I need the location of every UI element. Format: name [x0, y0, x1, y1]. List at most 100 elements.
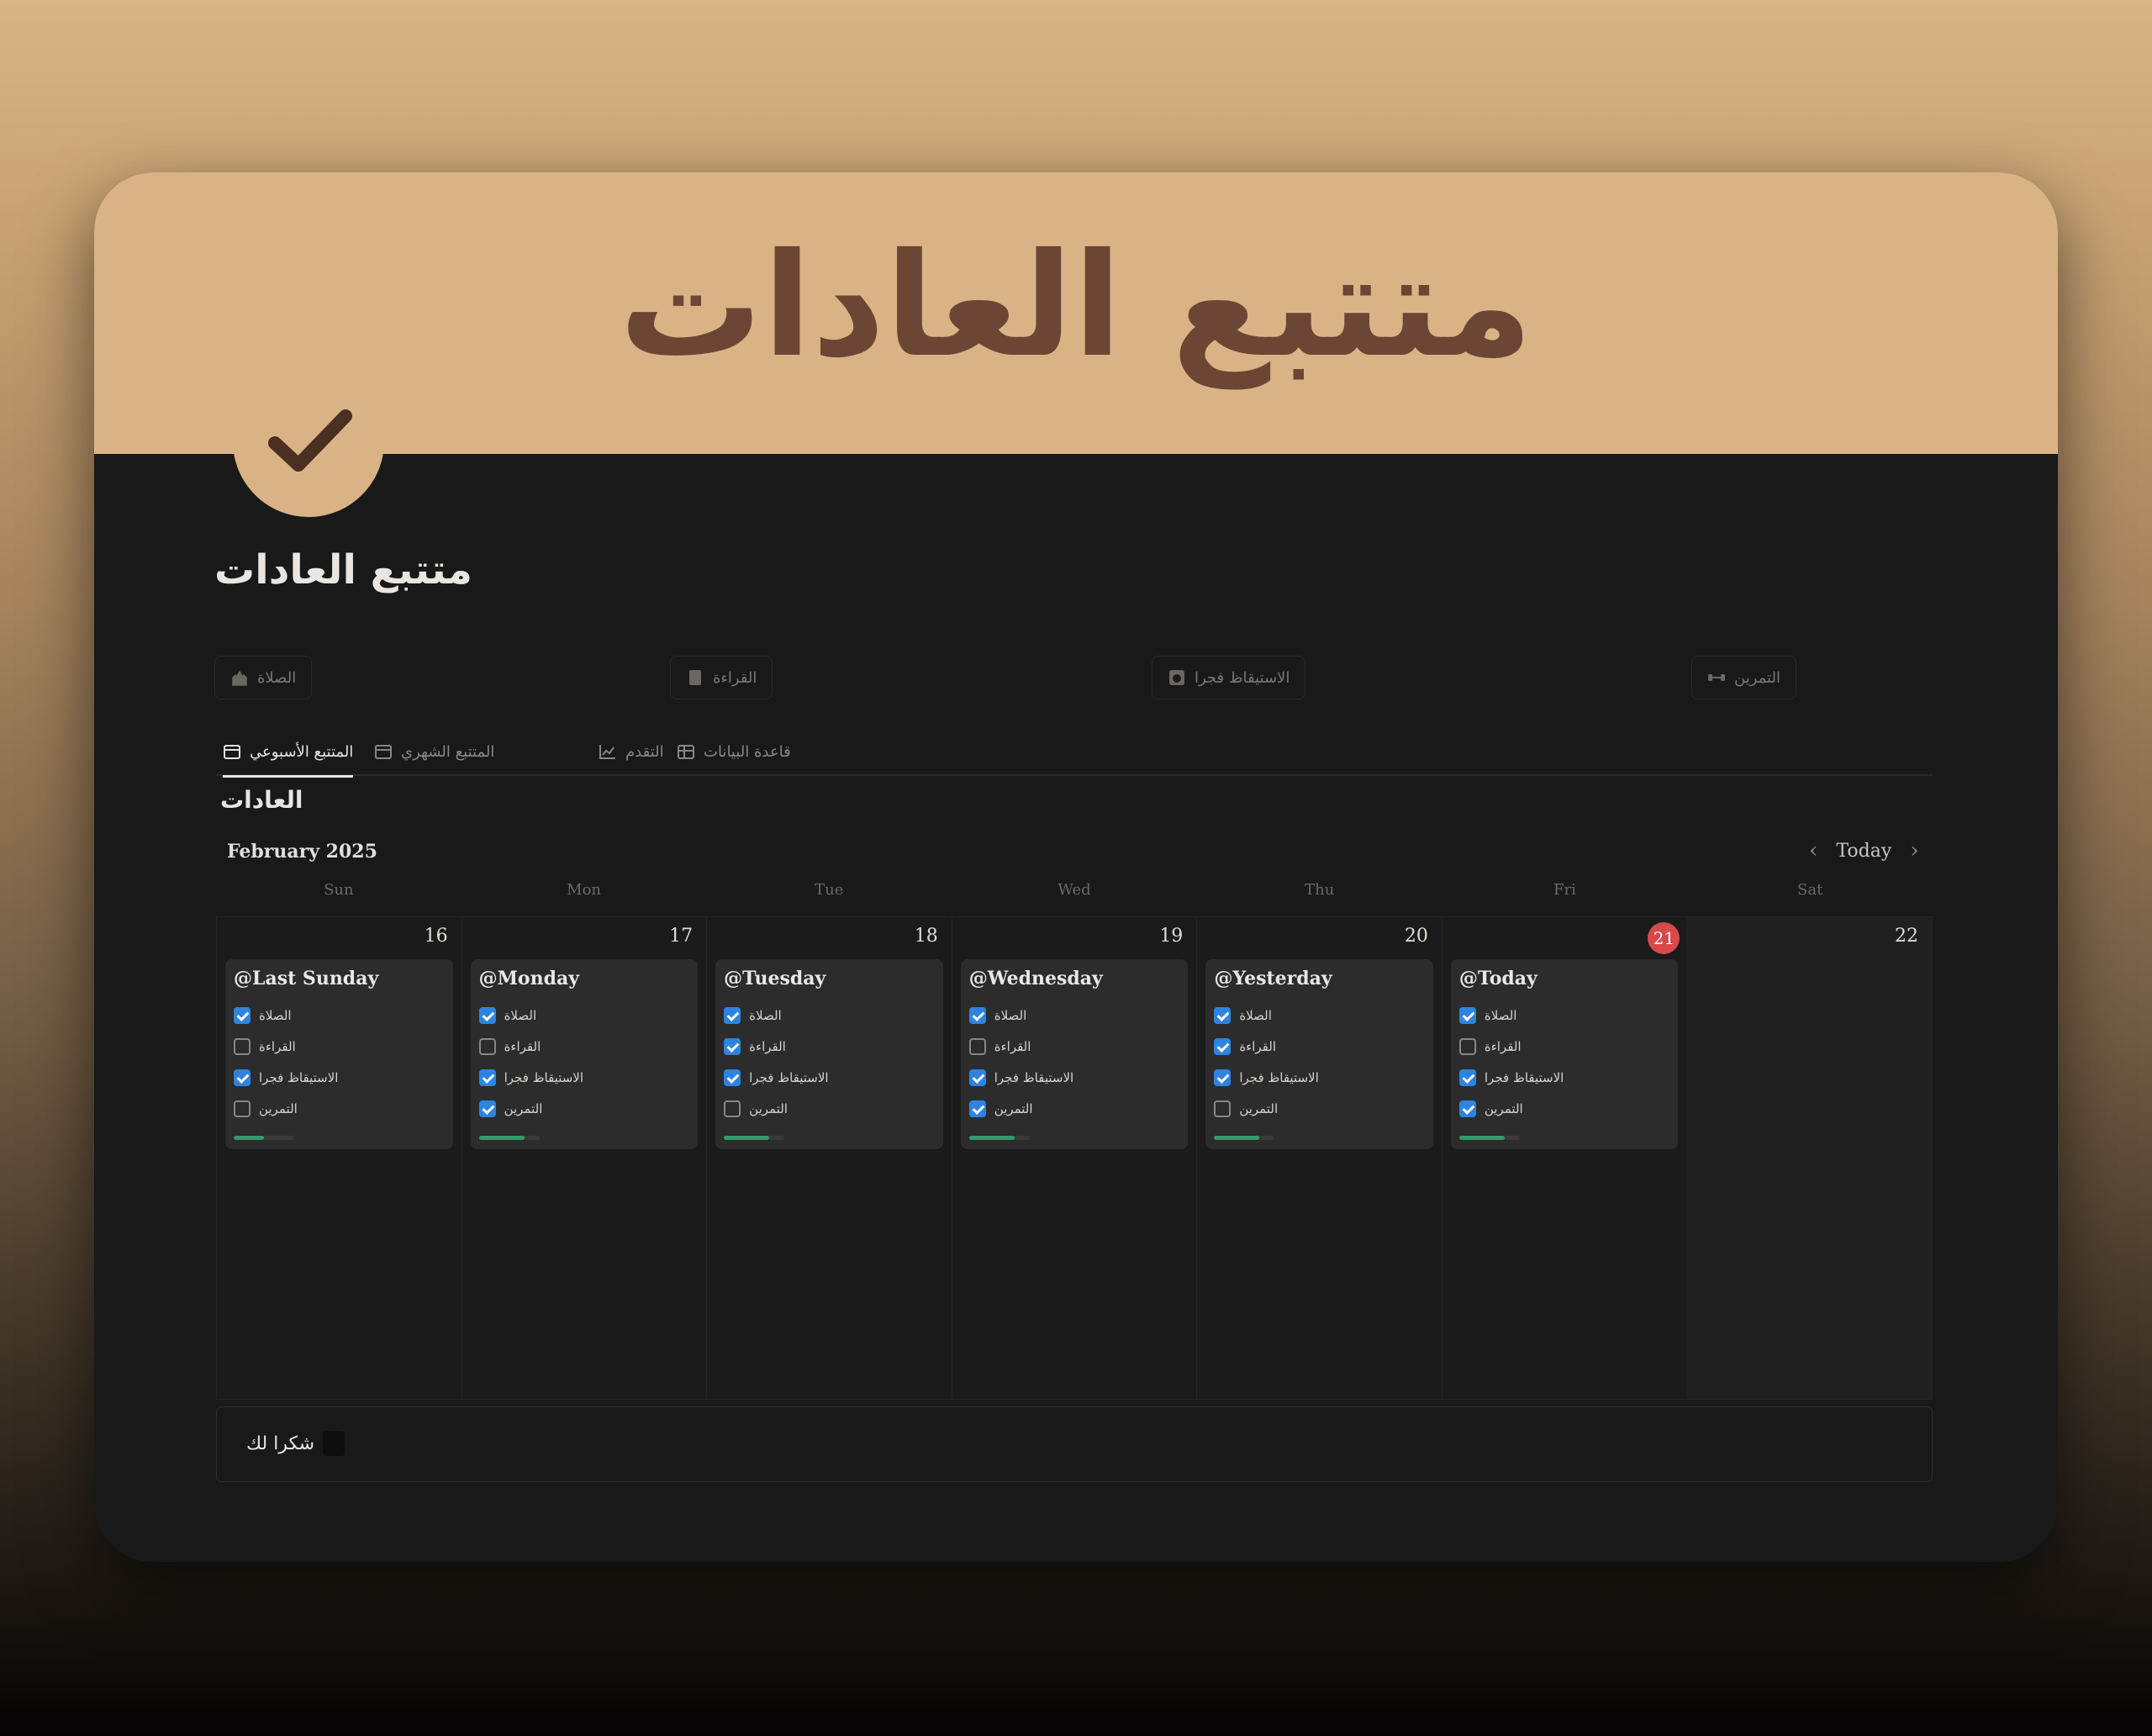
weekday-label: Sun [324, 881, 354, 899]
progress-fill [234, 1136, 264, 1140]
chevron-right-icon[interactable]: › [1910, 838, 1918, 863]
tab-monthly-tracker[interactable]: المتتبع الشهري [374, 727, 494, 776]
weekday-label: Mon [567, 881, 602, 899]
habit-row: القراءة [1458, 1031, 1670, 1062]
checkbox-unchecked[interactable] [234, 1100, 251, 1117]
habit-row: الاستيقاظ فجرا [234, 1062, 445, 1093]
habit-entry-card[interactable]: @Today الصلاة القراءة الاستيقاظ فجرا التمرين [1450, 959, 1679, 1149]
checkbox-unchecked[interactable] [1214, 1100, 1232, 1117]
thanks-button[interactable]: شكرا لك [246, 1431, 345, 1456]
checkbox-checked[interactable] [478, 1069, 496, 1086]
progress-bar [234, 1136, 294, 1140]
habit-entry-card[interactable]: @Tuesday الصلاة القراءة الاستيقاظ فجرا التمر… [715, 959, 943, 1149]
habit-row: التمرين [724, 1093, 935, 1124]
habit-row: الاستيقاظ فجرا [478, 1062, 690, 1093]
chevron-left-icon[interactable]: ‹ [1809, 838, 1817, 863]
today-button[interactable]: Today [1836, 841, 1891, 862]
checkbox-checked[interactable] [234, 1069, 251, 1086]
checkbox-checked[interactable] [1458, 1006, 1476, 1024]
habit-row: التمرين [1458, 1093, 1670, 1124]
tab-progress[interactable]: التقدم [599, 727, 664, 776]
weekday-header: Sun Mon Tue Wed Thu Fri Sat [216, 881, 1933, 906]
checkbox-unchecked[interactable] [968, 1037, 986, 1055]
habit-row: التمرين [968, 1093, 1180, 1124]
checkbox-checked[interactable] [234, 1006, 251, 1024]
habit-row: الاستيقاظ فجرا [724, 1062, 935, 1093]
checkbox-checked[interactable] [1458, 1069, 1476, 1086]
calendar-day-cell[interactable]: 21 @Today الصلاة القراءة الاستيقاظ فجرا التمر… [1442, 917, 1688, 1399]
phone-icon [323, 1431, 345, 1456]
tab-database[interactable]: قاعدة البيانات [677, 727, 791, 776]
page-title: متتبع العادات [214, 546, 472, 594]
habit-label: الاستيقاظ فجرا [1239, 1069, 1319, 1085]
habit-row: التمرين [234, 1093, 445, 1124]
calendar-day-cell[interactable]: 16 @Last Sunday الصلاة القراءة الاستيقاظ فجر… [217, 917, 462, 1399]
tab-label: التقدم [625, 742, 664, 761]
checkbox-checked[interactable] [724, 1069, 741, 1086]
chip-reading[interactable]: القراءة [670, 656, 773, 699]
calendar-day-cell[interactable]: 22 [1687, 917, 1933, 1399]
calendar-day-cell[interactable]: 19 @Wednesday الصلاة القراءة الاستيقاظ فجرا ا… [952, 917, 1198, 1399]
chip-label: التمرين [1734, 668, 1780, 687]
checkmark-icon [268, 409, 352, 472]
habit-label: التمرين [504, 1100, 543, 1116]
weekday-label: Wed [1058, 881, 1091, 899]
habit-entry-card[interactable]: @Last Sunday الصلاة القراءة الاستيقاظ فجرا ا… [225, 959, 453, 1149]
chip-wake-early[interactable]: الاستيقاظ فجرا [1152, 656, 1306, 699]
chart-icon [599, 745, 615, 759]
entry-title: @Monday [478, 968, 580, 989]
habit-row: الاستيقاظ فجرا [1214, 1062, 1425, 1093]
checkbox-checked[interactable] [968, 1006, 986, 1024]
section-title: العادات [220, 786, 303, 814]
calendar-day-cell[interactable]: 17 @Monday الصلاة القراءة الاستيقاظ فجرا التم… [462, 917, 708, 1399]
habit-row: القراءة [1214, 1031, 1425, 1062]
calendar-day-cell[interactable]: 18 @Tuesday الصلاة القراءة الاستيقاظ فجرا الت… [707, 917, 952, 1399]
habit-label: الصلاة [749, 1007, 782, 1023]
habit-label: الصلاة [1484, 1007, 1517, 1023]
habit-row: التمرين [1214, 1093, 1425, 1124]
habit-entry-card[interactable]: @Monday الصلاة القراءة الاستيقاظ فجرا التمري… [470, 959, 699, 1149]
habit-label: التمرين [1484, 1100, 1523, 1116]
calendar-day-cell[interactable]: 20 @Yesterday الصلاة القراءة الاستيقاظ فجرا ا… [1197, 917, 1443, 1399]
checkbox-checked[interactable] [968, 1069, 986, 1086]
page-icon[interactable] [233, 366, 384, 517]
checkbox-checked[interactable] [478, 1006, 496, 1024]
checkbox-unchecked[interactable] [234, 1037, 251, 1055]
checkbox-checked[interactable] [724, 1037, 741, 1055]
checkbox-checked[interactable] [724, 1006, 741, 1024]
chip-label: القراءة [713, 668, 757, 687]
checkbox-checked[interactable] [478, 1100, 496, 1117]
habit-entry-card[interactable]: @Yesterday الصلاة القراءة الاستيقاظ فجرا الت… [1205, 959, 1433, 1149]
habit-row: التمرين [478, 1093, 690, 1124]
book-icon [686, 668, 704, 687]
progress-fill [724, 1136, 770, 1140]
checkbox-checked[interactable] [968, 1100, 986, 1117]
checkbox-unchecked[interactable] [478, 1037, 496, 1055]
progress-bar [1458, 1136, 1520, 1140]
entry-title: @Last Sunday [234, 968, 379, 989]
chip-exercise[interactable]: التمرين [1691, 656, 1796, 699]
checkbox-checked[interactable] [1458, 1100, 1476, 1117]
habit-row: الاستيقاظ فجرا [968, 1062, 1180, 1093]
habit-entry-card[interactable]: @Wednesday الصلاة القراءة الاستيقاظ فجرا الت… [960, 959, 1189, 1149]
tab-weekly-tracker[interactable]: المتتبع الأسبوعي [223, 727, 354, 778]
entry-title: @Wednesday [968, 968, 1103, 989]
day-number: 18 [914, 926, 938, 947]
checkbox-checked[interactable] [1214, 1069, 1232, 1086]
checkbox-checked[interactable] [1214, 1006, 1232, 1024]
thanks-label: شكرا لك [246, 1433, 315, 1454]
habit-row: القراءة [724, 1031, 935, 1062]
chip-prayer[interactable]: الصلاة [214, 656, 313, 699]
weekday-label: Sat [1797, 881, 1823, 899]
checkbox-checked[interactable] [1214, 1037, 1232, 1055]
day-number: 17 [669, 926, 694, 947]
checkbox-unchecked[interactable] [724, 1100, 741, 1117]
habit-label: التمرين [994, 1100, 1033, 1116]
day-number: 20 [1404, 926, 1428, 947]
habit-label: القراءة [1239, 1038, 1276, 1054]
habit-label: القراءة [259, 1038, 296, 1054]
habit-row: الصلاة [1458, 1000, 1670, 1031]
weekday-label: Fri [1553, 881, 1576, 899]
checkbox-unchecked[interactable] [1458, 1037, 1476, 1055]
habit-label: القراءة [749, 1038, 786, 1054]
